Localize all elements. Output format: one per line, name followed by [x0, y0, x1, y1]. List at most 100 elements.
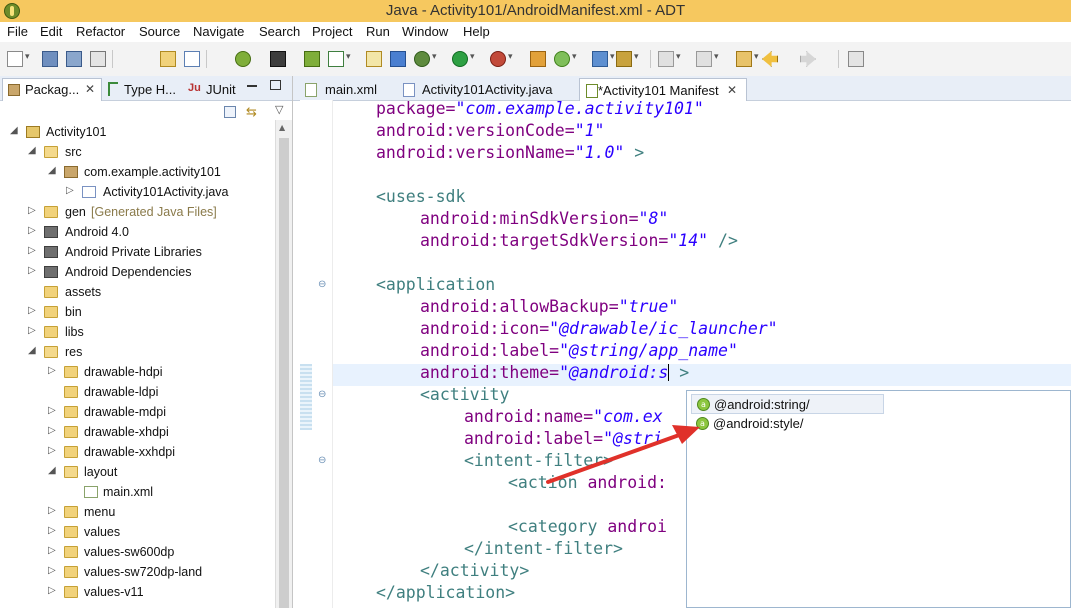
menu-project[interactable]: Project — [312, 24, 352, 39]
menu-search[interactable]: Search — [259, 24, 300, 39]
search-icon[interactable] — [616, 51, 639, 67]
suggestion-android-style[interactable]: a @android:style/ — [691, 414, 884, 434]
project-icon — [26, 126, 40, 138]
collapsed-arrow-icon[interactable]: ▷ — [48, 525, 58, 536]
menu-source[interactable]: Source — [139, 24, 180, 39]
collapsed-arrow-icon[interactable]: ▷ — [28, 205, 38, 216]
expanded-arrow-icon[interactable]: ◢ — [28, 145, 38, 156]
save-all-icon[interactable] — [66, 51, 82, 67]
menu-navigate[interactable]: Navigate — [193, 24, 244, 39]
previous-annotation-icon[interactable] — [696, 51, 719, 67]
code-line[interactable]: </intent-filter> — [464, 538, 623, 560]
collapsed-arrow-icon[interactable]: ▷ — [66, 185, 76, 196]
tab-main-xml[interactable]: main.xml — [299, 78, 395, 100]
code-line[interactable]: android:targetSdkVersion="14" /> — [420, 230, 738, 252]
external-tools-icon[interactable] — [490, 51, 513, 67]
code-line[interactable]: android:versionCode="1" — [376, 120, 605, 142]
code-line[interactable]: package="com.example.activity101" — [376, 98, 704, 120]
scrollbar-thumb[interactable] — [279, 138, 289, 608]
expanded-arrow-icon[interactable]: ◢ — [28, 345, 38, 356]
fold-collapse-icon[interactable]: ⊖ — [318, 279, 326, 290]
code-line[interactable]: </activity> — [420, 560, 529, 582]
maximize-icon[interactable] — [270, 80, 281, 90]
collapsed-arrow-icon[interactable]: ▷ — [48, 365, 58, 376]
new-file-icon[interactable] — [7, 51, 30, 67]
menu-help[interactable]: Help — [463, 24, 490, 39]
forward-arrow-icon[interactable] — [800, 51, 816, 67]
code-line[interactable]: android:label="@string/app_name" — [420, 340, 738, 362]
code-line[interactable]: </application> — [376, 582, 515, 604]
code-line[interactable]: <activity — [420, 384, 509, 406]
code-line[interactable]: <category androi — [508, 516, 667, 538]
collapsed-arrow-icon[interactable]: ▷ — [48, 505, 58, 516]
back-arrow-icon[interactable] — [762, 51, 778, 67]
tab-package-explorer[interactable]: Packag... ✕ — [2, 78, 102, 101]
tree-label: Activity101Activity.java — [103, 185, 229, 199]
close-icon[interactable]: ✕ — [85, 82, 95, 96]
lint-icon[interactable] — [390, 51, 406, 67]
close-icon[interactable]: ✕ — [727, 83, 737, 97]
code-line[interactable]: <intent-filter> — [464, 450, 613, 472]
menu-edit[interactable]: Edit — [40, 24, 62, 39]
change-marker[interactable] — [300, 408, 312, 430]
suggestion-android-string[interactable]: a @android:string/ — [691, 394, 884, 414]
minimize-icon[interactable] — [247, 85, 257, 87]
tab-activity-java[interactable]: Activity101Activity.java — [397, 78, 577, 100]
android-sdk-manager-icon[interactable] — [235, 51, 251, 67]
view-menu-icon[interactable]: ▽ — [275, 103, 283, 116]
code-line[interactable]: <action android: — [508, 472, 667, 494]
code-line[interactable]: <uses-sdk — [376, 186, 465, 208]
code-line-current[interactable]: android:theme="@android:s > — [420, 362, 689, 384]
next-annotation-icon[interactable] — [658, 51, 681, 67]
new-android-project-icon[interactable] — [366, 51, 382, 67]
code-line[interactable]: android:label="@stri — [464, 428, 663, 450]
collapsed-arrow-icon[interactable]: ▷ — [28, 325, 38, 336]
explorer-scrollbar[interactable]: ▲ — [275, 120, 292, 608]
fold-collapse-icon[interactable]: ⊖ — [318, 389, 326, 400]
expanded-arrow-icon[interactable]: ◢ — [48, 465, 58, 476]
menu-file[interactable]: File — [7, 24, 28, 39]
expanded-arrow-icon[interactable]: ◢ — [10, 125, 20, 136]
code-line[interactable]: <application — [376, 274, 495, 296]
code-line[interactable]: android:minSdkVersion="8" — [420, 208, 668, 230]
checkbox-tasks-icon[interactable] — [328, 51, 351, 67]
last-edit-location-icon[interactable] — [736, 51, 759, 67]
device-icon[interactable] — [304, 51, 320, 67]
code-line[interactable]: android:name="com.ex — [464, 406, 663, 428]
menu-run[interactable]: Run — [366, 24, 390, 39]
code-line[interactable]: android:allowBackup="true" — [420, 296, 678, 318]
print-icon[interactable] — [90, 51, 106, 67]
save-icon[interactable] — [42, 51, 58, 67]
collapsed-arrow-icon[interactable]: ▷ — [48, 445, 58, 456]
open-perspective-icon[interactable] — [592, 51, 615, 67]
collapsed-arrow-icon[interactable]: ▷ — [48, 545, 58, 556]
collapsed-arrow-icon[interactable]: ▷ — [48, 565, 58, 576]
collapsed-arrow-icon[interactable]: ▷ — [28, 225, 38, 236]
collapse-all-icon[interactable] — [224, 106, 236, 118]
collapsed-arrow-icon[interactable]: ▷ — [28, 265, 38, 276]
collapsed-arrow-icon[interactable]: ▷ — [48, 585, 58, 596]
avd-manager-icon[interactable] — [270, 51, 286, 67]
run-icon[interactable] — [452, 51, 475, 67]
menu-refactor[interactable]: Refactor — [76, 24, 125, 39]
new-java-class-icon[interactable] — [554, 51, 577, 67]
expanded-arrow-icon[interactable]: ◢ — [48, 165, 58, 176]
tab-junit[interactable]: Ju JUnit — [184, 79, 240, 99]
collapsed-arrow-icon[interactable]: ▷ — [48, 425, 58, 436]
code-line[interactable]: android:icon="@drawable/ic_launcher" — [420, 318, 778, 340]
open-view-icon[interactable] — [848, 51, 864, 67]
menu-window[interactable]: Window — [402, 24, 448, 39]
tab-type-hierarchy[interactable]: Type H... — [104, 79, 180, 99]
debug-icon[interactable] — [414, 51, 437, 67]
code-line[interactable]: android:versionName="1.0" > — [376, 142, 644, 164]
collapsed-arrow-icon[interactable]: ▷ — [48, 405, 58, 416]
open-resource-icon[interactable] — [184, 51, 200, 67]
change-marker[interactable] — [300, 364, 312, 408]
new-java-package-icon[interactable] — [530, 51, 546, 67]
collapsed-arrow-icon[interactable]: ▷ — [28, 245, 38, 256]
scroll-up-icon[interactable]: ▲ — [279, 123, 285, 132]
link-with-editor-icon[interactable]: ⇆ — [246, 105, 257, 120]
collapsed-arrow-icon[interactable]: ▷ — [28, 305, 38, 316]
open-type-icon[interactable] — [160, 51, 176, 67]
fold-collapse-icon[interactable]: ⊖ — [318, 455, 326, 466]
